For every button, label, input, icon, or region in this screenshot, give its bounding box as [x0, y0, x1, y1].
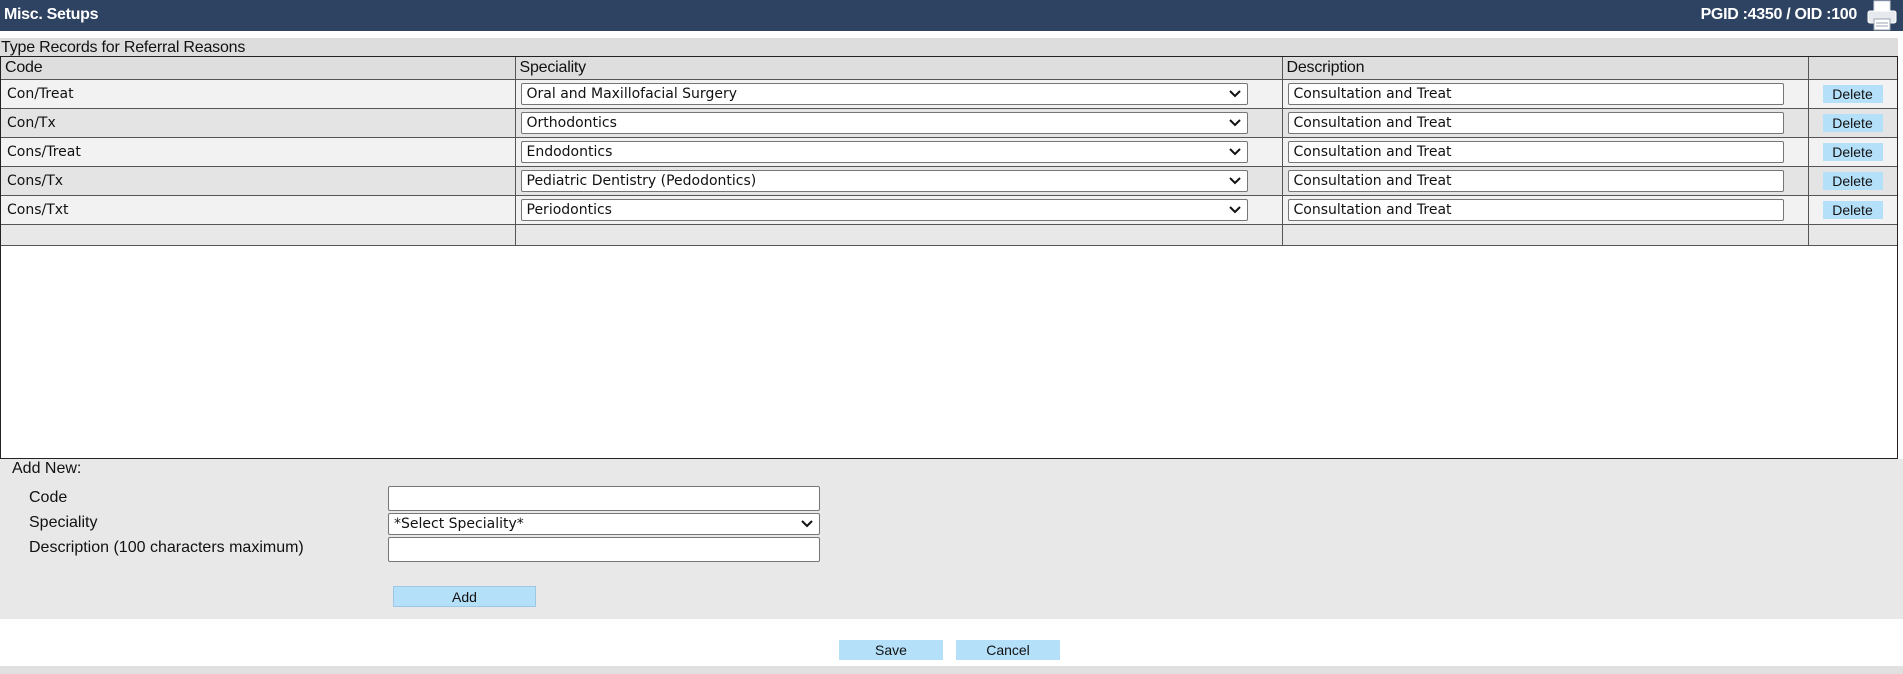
delete-button[interactable]: Delete [1822, 201, 1883, 219]
table-row: Con/Tx Orthodontics Consultation and Tre… [1, 108, 1897, 138]
new-speciality-select-value: *Select Speciality* [394, 516, 524, 532]
window-title: Misc. Setups [4, 6, 99, 23]
description-label: Description (100 characters maximum) [29, 539, 304, 556]
add-new-panel: Add New: Code Speciality *Select Special… [0, 459, 1903, 619]
new-speciality-select[interactable]: *Select Speciality* [388, 513, 820, 535]
column-header-description: Description [1282, 57, 1809, 80]
column-header-code: Code [1, 57, 516, 80]
delete-button[interactable]: Delete [1822, 114, 1883, 132]
chevron-down-icon [1228, 119, 1241, 127]
delete-button[interactable]: Delete [1822, 143, 1883, 161]
cancel-button[interactable]: Cancel [956, 640, 1060, 660]
code-cell: Con/Tx [1, 108, 516, 138]
speciality-select[interactable]: Oral and Maxillofacial Surgery [520, 83, 1248, 105]
code-cell: Con/Treat [1, 79, 516, 109]
column-header-action [1808, 57, 1897, 80]
grid-caption: Type Records for Referral Reasons [0, 38, 1898, 56]
empty-table-row [1, 224, 1897, 246]
speciality-select-value: Periodontics [526, 202, 612, 218]
column-header-speciality: Speciality [515, 57, 1283, 80]
records-table: Code Speciality Description Con/Treat Or… [1, 57, 1897, 246]
description-field[interactable]: Consultation and Treat [1287, 199, 1784, 221]
page-ids: PGID :4350 / OID :100 [1700, 6, 1858, 23]
speciality-select-value: Oral and Maxillofacial Surgery [526, 86, 738, 102]
speciality-select[interactable]: Pediatric Dentistry (Pedodontics) [520, 170, 1248, 192]
table-row: Con/Treat Oral and Maxillofacial Surgery… [1, 79, 1897, 109]
chevron-down-icon [801, 520, 813, 528]
delete-button[interactable]: Delete [1822, 85, 1883, 103]
table-row: Cons/Treat Endodontics Consultation and … [1, 137, 1897, 167]
chevron-down-icon [1228, 177, 1241, 185]
table-row: Cons/Tx Pediatric Dentistry (Pedodontics… [1, 166, 1897, 196]
code-cell: Cons/Tx [1, 166, 516, 196]
speciality-select[interactable]: Orthodontics [520, 112, 1248, 134]
code-label: Code [29, 489, 68, 506]
save-button[interactable]: Save [839, 640, 943, 660]
table-row: Cons/Txt Periodontics Consultation and T… [1, 195, 1897, 225]
title-bar: Misc. Setups PGID :4350 / OID :100 [0, 0, 1903, 31]
new-description-input[interactable] [388, 537, 820, 562]
description-field[interactable]: Consultation and Treat [1287, 170, 1784, 192]
delete-button[interactable]: Delete [1822, 172, 1883, 190]
table-header-row: Code Speciality Description [1, 57, 1897, 80]
code-cell: Cons/Treat [1, 137, 516, 167]
speciality-select[interactable]: Endodontics [520, 141, 1248, 163]
add-button[interactable]: Add [393, 586, 536, 607]
new-code-input[interactable] [388, 486, 820, 511]
chevron-down-icon [1228, 206, 1241, 214]
referral-reasons-grid: Code Speciality Description Con/Treat Or… [0, 56, 1898, 459]
speciality-select-value: Endodontics [526, 144, 613, 160]
speciality-select[interactable]: Periodontics [520, 199, 1248, 221]
code-cell: Cons/Txt [1, 195, 516, 225]
speciality-select-value: Orthodontics [526, 115, 617, 131]
bottom-divider [0, 666, 1903, 674]
description-field[interactable]: Consultation and Treat [1287, 112, 1784, 134]
add-new-heading: Add New: [12, 460, 82, 477]
speciality-label: Speciality [29, 514, 98, 531]
description-field[interactable]: Consultation and Treat [1287, 141, 1784, 163]
description-field[interactable]: Consultation and Treat [1287, 83, 1784, 105]
printer-icon[interactable] [1865, 0, 1899, 32]
chevron-down-icon [1228, 90, 1241, 98]
speciality-select-value: Pediatric Dentistry (Pedodontics) [526, 173, 757, 189]
chevron-down-icon [1228, 148, 1241, 156]
